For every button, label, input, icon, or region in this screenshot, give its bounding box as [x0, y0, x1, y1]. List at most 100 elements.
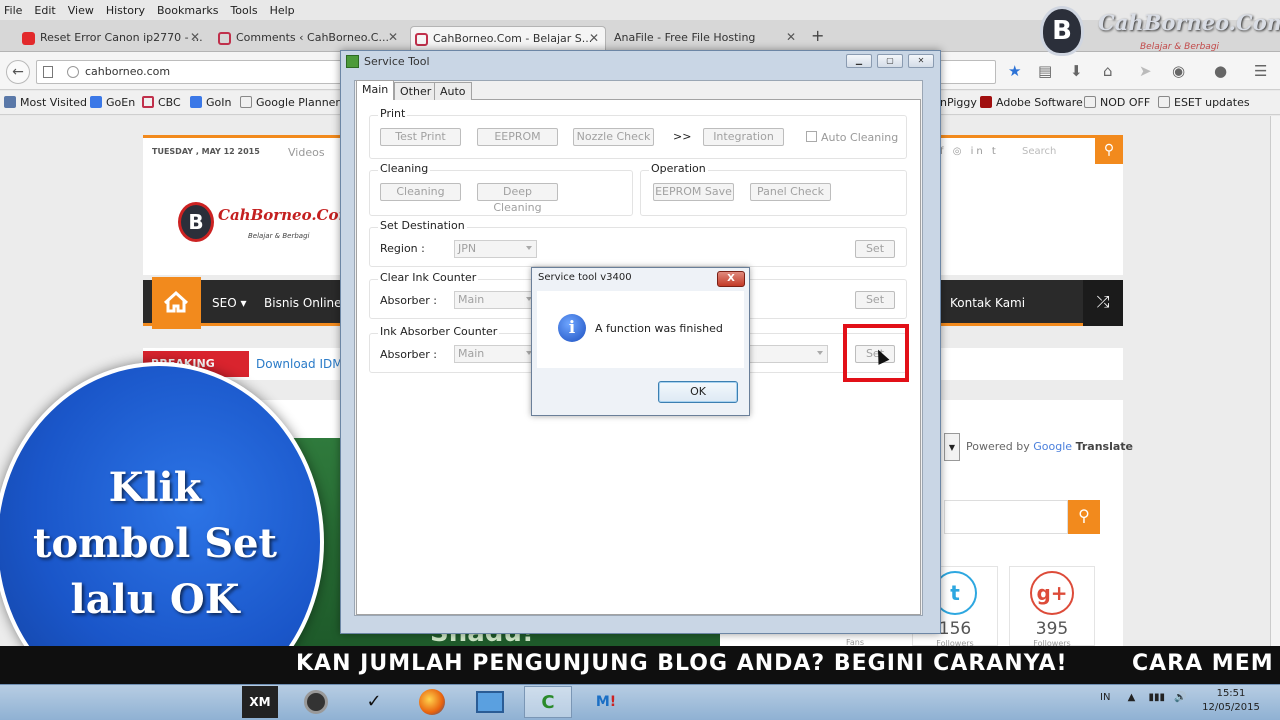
close-tab-icon[interactable]: ✕ — [190, 30, 200, 44]
tab-main[interactable]: Main — [356, 80, 395, 100]
bookmark-cbc[interactable]: CBC — [142, 96, 181, 109]
clock[interactable]: 15:51 12/05/2015 — [1198, 687, 1264, 715]
close-window-button[interactable]: ✕ — [908, 54, 934, 68]
panel-check-button[interactable]: Panel Check — [750, 183, 831, 201]
home-button[interactable] — [152, 277, 201, 329]
close-tab-icon[interactable]: ✕ — [589, 31, 599, 45]
clear-ink-set-button[interactable]: Set — [855, 291, 895, 309]
menu-file[interactable]: File — [4, 4, 22, 17]
reading-list-icon[interactable]: ▤ — [1038, 62, 1052, 80]
globe-icon — [67, 66, 79, 78]
maximize-button[interactable]: ▢ — [877, 54, 903, 68]
site-date: TUESDAY , MAY 12 2015 — [152, 147, 260, 156]
service-tool-taskbar-icon[interactable]: M! — [582, 686, 630, 718]
xmplay-icon[interactable]: XM — [242, 686, 278, 718]
control-panel-icon[interactable] — [466, 686, 514, 718]
obs-icon[interactable] — [292, 686, 340, 718]
dialog-close-button[interactable]: X — [717, 271, 745, 287]
shuffle-icon[interactable]: ⤮ — [1083, 280, 1123, 326]
googleplus-icon: g+ — [1030, 571, 1074, 615]
auto-cleaning-checkbox[interactable] — [806, 131, 817, 142]
integration-button[interactable]: Integration — [703, 128, 784, 146]
volume-icon[interactable]: 🔊 — [1174, 692, 1186, 703]
network-icon[interactable]: ▮▮▮ — [1149, 692, 1166, 703]
sidebar-search-icon[interactable]: ⚲ — [1068, 500, 1100, 534]
tab-auto[interactable]: Auto — [434, 82, 472, 100]
page-icon — [1084, 96, 1096, 108]
clear-absorber-select[interactable]: Main — [454, 291, 537, 309]
service-tool-title: Service Tool — [364, 55, 430, 68]
right-sidebar-edge — [1270, 116, 1280, 646]
social-icons-small[interactable]: f ◎ in t — [940, 146, 999, 157]
auto-cleaning-label: Auto Cleaning — [821, 131, 899, 144]
checkmark-app-icon[interactable]: ✓ — [350, 686, 398, 718]
site-search-input[interactable]: Search — [1014, 140, 1094, 162]
nav-kontak-kami[interactable]: Kontak Kami — [950, 296, 1025, 310]
bookmark-adobe[interactable]: Adobe Software — [980, 96, 1083, 109]
dialog-title: Service tool v3400 — [538, 272, 632, 283]
bookmark-goin[interactable]: GoIn — [190, 96, 231, 109]
firefox-icon[interactable] — [408, 686, 456, 718]
site-favicon-icon — [415, 33, 428, 46]
ink-absorber-select[interactable]: Main — [454, 345, 537, 363]
page-icon — [43, 66, 53, 78]
menu-edit[interactable]: Edit — [34, 4, 55, 17]
bookmark-eset[interactable]: ESET updates — [1158, 96, 1250, 109]
url-text: cahborneo.com — [85, 65, 171, 78]
adblock-icon[interactable]: ◉ — [1172, 62, 1185, 80]
nav-seo[interactable]: SEO ▾ — [212, 296, 246, 310]
taskbar — [0, 684, 1280, 720]
language-indicator[interactable]: IN — [1100, 692, 1110, 703]
menu-help[interactable]: Help — [270, 4, 295, 17]
bookmark-npiggy[interactable]: nPiggy — [940, 96, 977, 109]
close-tab-icon[interactable]: ✕ — [388, 30, 398, 44]
eeprom-button[interactable]: EEPROM — [477, 128, 558, 146]
tab-other[interactable]: Other — [394, 82, 438, 100]
counter-value-select[interactable] — [748, 345, 828, 363]
deep-cleaning-button[interactable]: Deep Cleaning — [477, 183, 558, 214]
ok-button[interactable]: OK — [658, 381, 738, 403]
download-icon[interactable]: ⬇ — [1070, 62, 1083, 80]
send-icon[interactable]: ➤ — [1139, 62, 1152, 80]
sidebar-search-input[interactable] — [944, 500, 1068, 534]
watermark-sub: Belajar & Berbagi — [1140, 42, 1220, 52]
videos-link[interactable]: Videos — [288, 146, 325, 159]
google-icon — [90, 96, 102, 108]
close-tab-icon[interactable]: ✕ — [786, 30, 796, 44]
new-tab-button[interactable]: + — [811, 26, 824, 45]
menu-icon[interactable]: ☰ — [1254, 62, 1267, 80]
nav-bisnis-online[interactable]: Bisnis Online — [264, 296, 342, 310]
menu-tools[interactable]: Tools — [230, 4, 257, 17]
tab-comments[interactable]: Comments ‹ CahBorneo.C... ✕ — [214, 26, 404, 52]
menu-bookmarks[interactable]: Bookmarks — [157, 4, 218, 17]
tab-cahborneo[interactable]: CahBorneo.Com - Belajar S... ✕ — [410, 26, 606, 52]
nozzle-check-button[interactable]: Nozzle Check — [573, 128, 654, 146]
back-button[interactable]: ← — [6, 60, 30, 84]
googleplus-box[interactable]: g+ 395 Followers — [1009, 566, 1095, 648]
bookmark-goen[interactable]: GoEn — [90, 96, 135, 109]
menu-view[interactable]: View — [68, 4, 94, 17]
youtube-icon — [22, 32, 35, 45]
minimize-button[interactable]: ▁ — [846, 54, 872, 68]
site-logo[interactable]: B CahBorneo.Com Belajar & Berbagi — [158, 202, 354, 247]
bookmark-nod[interactable]: NOD OFF — [1084, 96, 1150, 109]
menu-history[interactable]: History — [106, 4, 145, 17]
home-icon[interactable]: ⌂ — [1103, 62, 1113, 80]
region-select[interactable]: JPN — [454, 240, 537, 258]
bookmark-google-planner[interactable]: Google Planner — [240, 96, 340, 109]
chat-icon[interactable]: ● — [1214, 62, 1227, 80]
tab-anafile[interactable]: AnaFile - Free File Hosting ✕ — [608, 26, 802, 52]
cleaning-button[interactable]: Cleaning — [380, 183, 461, 201]
tray-expand-icon[interactable]: ▲ — [1128, 692, 1136, 703]
site-search-icon[interactable]: ⚲ — [1095, 138, 1123, 164]
tab-reset-error[interactable]: Reset Error Canon ip2770 - ... ✕ — [18, 26, 206, 52]
set-destination-button[interactable]: Set — [855, 240, 895, 258]
bookmark-star-icon[interactable]: ★ — [1008, 62, 1021, 80]
translate-dropdown[interactable]: ▼ — [944, 433, 960, 461]
bookmark-most-visited[interactable]: Most Visited — [4, 96, 87, 109]
test-print-button[interactable]: Test Print — [380, 128, 461, 146]
tab-label: AnaFile - Free File Hosting — [614, 31, 756, 44]
arrow-label: >> — [673, 130, 692, 143]
eeprom-save-button[interactable]: EEPROM Save — [653, 183, 734, 201]
camtasia-icon[interactable]: C — [524, 686, 572, 718]
